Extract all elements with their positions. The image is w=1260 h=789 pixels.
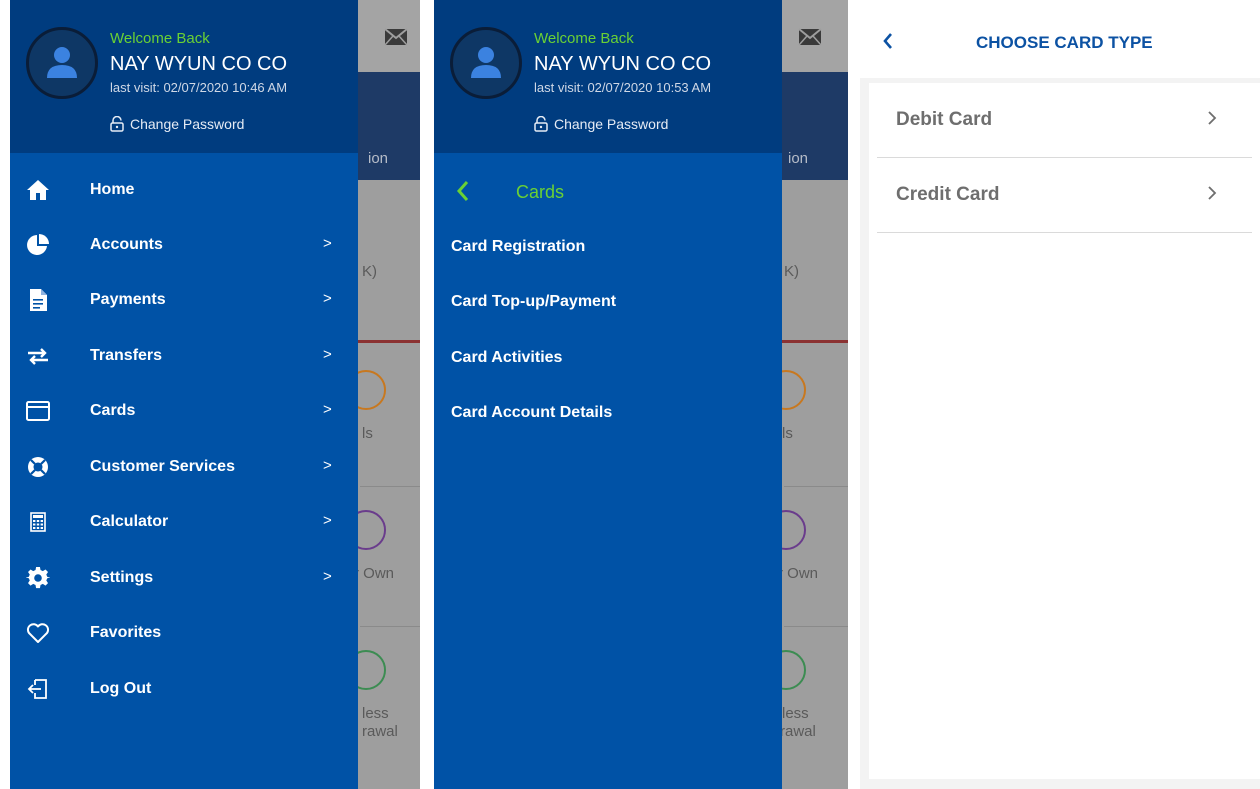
chevron-right-icon (1208, 186, 1217, 200)
cards-submenu-screen: ion K) ls r Own less rawal Welcome Back … (434, 0, 848, 789)
menu-item-label: Transfers (90, 347, 163, 364)
menu-item-logout[interactable]: Log Out (10, 662, 358, 717)
menu-item-label: Payments (90, 291, 166, 308)
welcome-text: Welcome Back (110, 30, 210, 47)
user-icon (47, 47, 77, 78)
menu-item-favorites[interactable]: Favorites (10, 606, 358, 661)
navigation-drawer: Welcome Back NAY WYUN CO CO last visit: … (434, 0, 782, 789)
menu-item-label: Favorites (90, 624, 162, 641)
menu-item-payments[interactable]: Payments > (10, 273, 358, 328)
option-label: Credit Card (896, 184, 1000, 205)
menu-item-settings[interactable]: Settings > (10, 551, 358, 606)
menu-item-customer-services[interactable]: Customer Services > (10, 440, 358, 495)
menu-item-label: Settings (90, 569, 154, 586)
document-icon (30, 289, 47, 311)
menu-item-home[interactable]: Home (10, 163, 358, 218)
change-password-label: Change Password (554, 116, 669, 132)
change-password-label: Change Password (130, 116, 245, 132)
change-password-link[interactable]: Change Password (110, 116, 244, 132)
card-icon (26, 401, 50, 421)
background-divider (774, 340, 848, 343)
background-text: ls (782, 425, 793, 442)
menu-item-label: Calculator (90, 513, 169, 530)
background-text: r Own (778, 565, 819, 582)
navigation-drawer: Welcome Back NAY WYUN CO CO last visit: … (10, 0, 358, 789)
card-account-details-item[interactable]: Card Account Details (451, 404, 612, 422)
chevron-right-icon: > (323, 568, 332, 585)
background-rule (360, 626, 420, 627)
background-rule (360, 486, 420, 487)
mail-icon[interactable] (384, 28, 408, 46)
option-label: Debit Card (896, 109, 993, 130)
menu-item-cards[interactable]: Cards > (10, 384, 358, 439)
background-divider (350, 340, 420, 343)
menu-item-label: Accounts (90, 236, 163, 253)
page-title: CHOOSE CARD TYPE (976, 33, 1153, 52)
background-text: rawal (362, 723, 398, 740)
user-name: NAY WYUN CO CO (110, 53, 288, 75)
profile-header: Welcome Back NAY WYUN CO CO last visit: … (434, 0, 782, 153)
top-bar: CHOOSE CARD TYPE (860, 0, 1260, 78)
menu-item-label: Customer Services (90, 458, 235, 475)
pie-chart-icon (27, 234, 49, 255)
choose-card-type-screen: CHOOSE CARD TYPE Debit Card Credit Card (860, 0, 1260, 789)
chevron-right-icon: > (323, 290, 332, 307)
menu-item-calculator[interactable]: Calculator > (10, 495, 358, 550)
background-text: K) (784, 263, 799, 280)
chevron-right-icon: > (323, 401, 332, 418)
background-band-label: ion (368, 150, 389, 167)
background-rule (784, 486, 848, 487)
card-type-list: Debit Card Credit Card (869, 83, 1260, 779)
card-activities-item[interactable]: Card Activities (451, 349, 562, 367)
last-visit: last visit: 02/07/2020 10:53 AM (534, 80, 712, 95)
chevron-right-icon: > (323, 235, 332, 252)
chevron-left-icon (456, 181, 469, 201)
background-text: r Own (354, 565, 395, 582)
calculator-icon (30, 512, 46, 532)
chevron-right-icon: > (323, 457, 332, 474)
user-icon (471, 47, 501, 78)
card-registration-item[interactable]: Card Registration (451, 238, 585, 256)
avatar[interactable] (26, 27, 98, 99)
card-topup-payment-item[interactable]: Card Top-up/Payment (451, 293, 616, 311)
background-text: less (782, 705, 809, 722)
home-icon (27, 180, 49, 200)
menu-item-label: Log Out (90, 680, 152, 697)
background-text: less (362, 705, 389, 722)
gear-icon (26, 566, 50, 589)
last-visit: last visit: 02/07/2020 10:46 AM (110, 80, 288, 95)
menu-item-transfers[interactable]: Transfers > (10, 329, 358, 384)
submenu-title: Cards (516, 182, 565, 202)
logout-icon (27, 679, 47, 699)
background-band-label: ion (788, 150, 809, 167)
lock-icon (110, 116, 124, 132)
credit-card-option[interactable]: Credit Card (877, 158, 1252, 233)
menu-item-label: Cards (90, 402, 136, 419)
background-text: rawal (780, 723, 816, 740)
background-rule (784, 626, 848, 627)
chevron-right-icon (1208, 111, 1217, 125)
background-text: K) (362, 263, 377, 280)
debit-card-option[interactable]: Debit Card (877, 83, 1252, 158)
avatar[interactable] (450, 27, 522, 99)
user-name: NAY WYUN CO CO (534, 53, 712, 75)
menu-item-accounts[interactable]: Accounts > (10, 218, 358, 273)
change-password-link[interactable]: Change Password (534, 116, 668, 132)
heart-icon (26, 623, 50, 643)
chevron-right-icon: > (323, 346, 332, 363)
profile-header: Welcome Back NAY WYUN CO CO last visit: … (10, 0, 358, 153)
cards-back-button[interactable]: Cards (434, 166, 782, 216)
transfer-arrows-icon (28, 348, 48, 365)
menu-item-label: Home (90, 181, 135, 198)
lock-icon (534, 116, 548, 132)
lifebuoy-icon (28, 457, 48, 477)
back-icon[interactable] (882, 32, 894, 50)
mail-icon[interactable] (798, 28, 822, 46)
main-menu-screen: ion K) ls r Own less rawal Welcome Back … (10, 0, 420, 789)
chevron-right-icon: > (323, 512, 332, 529)
background-text: ls (362, 425, 373, 442)
welcome-text: Welcome Back (534, 30, 634, 47)
